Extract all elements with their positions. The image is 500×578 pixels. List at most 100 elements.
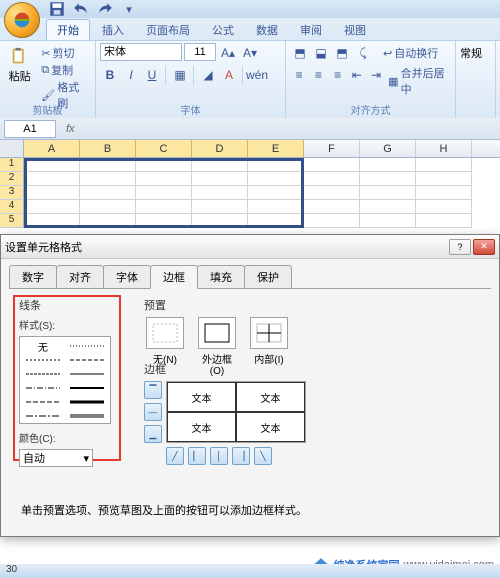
copy-button[interactable]: ⧉复制 xyxy=(39,62,91,78)
shrink-font-button[interactable]: A▾ xyxy=(240,43,260,63)
col-header[interactable]: F xyxy=(304,140,360,157)
border-diag-up-button[interactable]: ╱ xyxy=(166,447,184,465)
merge-center-button[interactable]: ▦合并后居中 xyxy=(386,65,451,97)
ribbon-tabs: 开始 插入 页面布局 公式 数据 审阅 视图 xyxy=(0,18,500,40)
font-name-combo[interactable]: 宋体 xyxy=(100,43,182,61)
preview-cell: 文本 xyxy=(167,382,236,412)
dlg-tab-font[interactable]: 字体 xyxy=(103,265,151,288)
chevron-down-icon: ▾ xyxy=(83,452,89,465)
dlg-tab-protection[interactable]: 保护 xyxy=(244,265,292,288)
font-size-combo[interactable]: 11 xyxy=(184,43,216,61)
tab-data[interactable]: 数据 xyxy=(246,20,288,40)
line-style-item[interactable] xyxy=(68,411,106,421)
bold-button[interactable]: B xyxy=(100,65,120,85)
col-header[interactable]: C xyxy=(136,140,192,157)
align-middle-icon[interactable]: ⬓ xyxy=(311,43,331,63)
wrap-text-button[interactable]: ↩自动换行 xyxy=(381,43,440,63)
dialog-tabs: 数字 对齐 字体 边框 填充 保护 xyxy=(1,259,499,288)
align-left-icon[interactable]: ≡ xyxy=(290,65,308,85)
dlg-tab-alignment[interactable]: 对齐 xyxy=(56,265,104,288)
align-bottom-icon[interactable]: ⬒ xyxy=(332,43,352,63)
dialog-close-button[interactable]: ✕ xyxy=(473,239,495,255)
row-header[interactable]: 1 xyxy=(0,158,24,172)
col-header[interactable]: H xyxy=(416,140,472,157)
border-top-button[interactable]: ▔ xyxy=(144,381,162,399)
undo-icon[interactable] xyxy=(72,1,90,17)
tab-home[interactable]: 开始 xyxy=(46,19,90,40)
col-header[interactable]: G xyxy=(360,140,416,157)
tab-review[interactable]: 审阅 xyxy=(290,20,332,40)
dialog-title: 设置单元格格式 xyxy=(5,239,447,255)
line-style-item[interactable] xyxy=(68,341,106,351)
underline-button[interactable]: U xyxy=(142,65,162,85)
select-all-corner[interactable] xyxy=(0,140,24,157)
quick-access-toolbar: ▾ xyxy=(0,0,500,18)
dlg-tab-fill[interactable]: 填充 xyxy=(197,265,245,288)
align-top-icon[interactable]: ⬒ xyxy=(290,43,310,63)
align-center-icon[interactable]: ≡ xyxy=(309,65,327,85)
align-right-icon[interactable]: ≡ xyxy=(328,65,346,85)
worksheet-grid[interactable]: A B C D E F G H 1 2 3 4 5 xyxy=(0,140,500,228)
border-right-button[interactable]: ▕ xyxy=(232,447,250,465)
line-style-item[interactable] xyxy=(68,397,106,407)
group-alignment-title: 对齐方式 xyxy=(286,106,455,118)
cut-button[interactable]: ✂剪切 xyxy=(39,45,91,61)
row-header[interactable]: 2 xyxy=(0,172,24,186)
col-header[interactable]: E xyxy=(248,140,304,157)
group-clipboard: 粘贴 ✂剪切 ⧉复制 🖌格式刷 剪贴板 xyxy=(0,41,96,118)
line-style-item[interactable] xyxy=(24,397,62,407)
group-alignment: ⬒ ⬓ ⬒ ⤹ ↩自动换行 ≡ ≡ ≡ ⇤ ⇥ ▦合并后居中 对齐方式 xyxy=(286,41,456,118)
indent-inc-icon[interactable]: ⇥ xyxy=(367,65,385,85)
dialog-title-bar[interactable]: 设置单元格格式 ? ✕ xyxy=(1,235,499,259)
line-style-item[interactable] xyxy=(24,383,62,393)
grow-font-button[interactable]: A▴ xyxy=(218,43,238,63)
dlg-tab-number[interactable]: 数字 xyxy=(9,265,57,288)
orientation-icon[interactable]: ⤹ xyxy=(353,43,373,63)
row-header[interactable]: 5 xyxy=(0,214,24,228)
qat-dropdown-icon[interactable]: ▾ xyxy=(120,1,138,17)
italic-button[interactable]: I xyxy=(121,65,141,85)
number-format-label: 常规 xyxy=(460,45,491,61)
tab-view[interactable]: 视图 xyxy=(334,20,376,40)
phonetic-button[interactable]: wén xyxy=(247,65,267,85)
line-style-item[interactable] xyxy=(68,369,106,379)
border-button[interactable]: ▦ xyxy=(170,65,190,85)
col-header[interactable]: D xyxy=(192,140,248,157)
row-header[interactable]: 4 xyxy=(0,200,24,214)
line-section-label: 线条 xyxy=(19,297,119,313)
dlg-tab-border[interactable]: 边框 xyxy=(150,265,198,289)
line-color-combo[interactable]: 自动 ▾ xyxy=(19,449,93,467)
col-header[interactable]: A xyxy=(24,140,80,157)
border-hmid-button[interactable]: ― xyxy=(144,403,162,421)
tab-page-layout[interactable]: 页面布局 xyxy=(136,20,200,40)
border-diag-down-button[interactable]: ╲ xyxy=(254,447,272,465)
line-style-none[interactable]: 无 xyxy=(24,341,62,351)
wrap-icon: ↩ xyxy=(383,47,392,60)
col-header[interactable]: B xyxy=(80,140,136,157)
line-style-item[interactable] xyxy=(24,369,62,379)
row-header[interactable]: 3 xyxy=(0,186,24,200)
line-style-item[interactable] xyxy=(24,355,62,365)
tab-formulas[interactable]: 公式 xyxy=(202,20,244,40)
border-bottom-button[interactable]: ▁ xyxy=(144,425,162,443)
fill-color-button[interactable]: ◢ xyxy=(198,65,218,85)
dialog-help-button[interactable]: ? xyxy=(449,239,471,255)
tab-insert[interactable]: 插入 xyxy=(92,20,134,40)
font-color-button[interactable]: A xyxy=(219,65,239,85)
paste-button[interactable]: 粘贴 xyxy=(4,43,35,99)
indent-dec-icon[interactable]: ⇤ xyxy=(348,65,366,85)
line-style-item[interactable] xyxy=(68,355,106,365)
line-style-item[interactable] xyxy=(68,383,106,393)
line-style-list[interactable]: 无 xyxy=(19,336,111,424)
office-button[interactable] xyxy=(4,2,40,38)
border-vmid-button[interactable]: │ xyxy=(210,447,228,465)
border-preview[interactable]: 文本 文本 文本 文本 xyxy=(166,381,306,443)
fx-icon[interactable]: fx xyxy=(66,123,75,135)
save-icon[interactable] xyxy=(48,1,66,17)
name-box[interactable]: A1 xyxy=(4,120,56,138)
line-style-item[interactable] xyxy=(24,411,62,421)
preview-cell: 文本 xyxy=(236,412,305,442)
redo-icon[interactable] xyxy=(96,1,114,17)
line-section: 线条 样式(S): 无 颜色(C): 自动 ▾ xyxy=(19,297,119,467)
border-left-button[interactable]: ▏ xyxy=(188,447,206,465)
